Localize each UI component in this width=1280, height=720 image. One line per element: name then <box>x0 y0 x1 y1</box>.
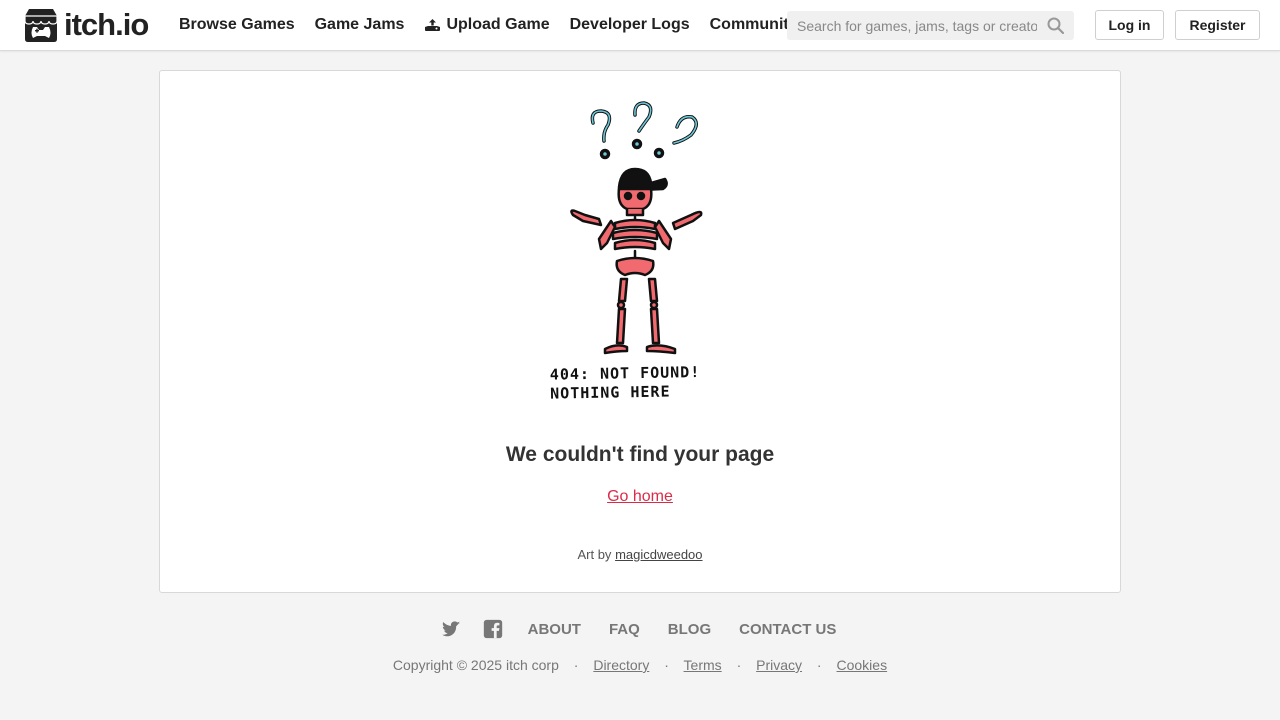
nav-upload-label: Upload Game <box>446 16 550 33</box>
skeleton-figure-icon <box>570 167 703 355</box>
search-input[interactable] <box>787 11 1037 40</box>
itchio-logo[interactable]: itch.io <box>22 6 149 44</box>
footer-privacy-link[interactable]: Privacy <box>756 657 802 673</box>
search-icon[interactable] <box>1047 17 1064 34</box>
nav-developer-logs[interactable]: Developer Logs <box>560 0 700 50</box>
go-home-container: Go home <box>160 488 1120 506</box>
footer-terms-link[interactable]: Terms <box>684 657 722 673</box>
footer-links: ABOUT FAQ BLOG CONTACT US <box>0 616 1280 642</box>
footer-contact-link[interactable]: CONTACT US <box>739 621 836 638</box>
credit-author-link[interactable]: magicdweedoo <box>615 547 702 562</box>
site-header: itch.io Browse Games Game Jams Upload Ga… <box>0 0 1280 51</box>
upload-icon <box>425 19 441 31</box>
nav-browse-games[interactable]: Browse Games <box>169 0 305 50</box>
separator-dot: · <box>816 657 822 673</box>
go-home-link[interactable]: Go home <box>607 488 673 505</box>
footer-about-link[interactable]: ABOUT <box>528 621 581 638</box>
separator-dot: · <box>664 657 669 673</box>
register-button[interactable]: Register <box>1175 10 1260 40</box>
main-nav: Browse Games Game Jams Upload Game Devel… <box>169 0 808 50</box>
art-caption-line2: NOTHING HERE <box>550 382 671 403</box>
separator-dot: · <box>736 657 742 673</box>
facebook-icon[interactable] <box>482 618 504 640</box>
footer-directory-link[interactable]: Directory <box>593 657 649 673</box>
page-title: We couldn't find your page <box>505 443 775 466</box>
copyright-text: Copyright © 2025 itch corp <box>392 657 559 673</box>
brand-name: itch.io <box>64 7 149 42</box>
art-credit: Art by magicdweedoo <box>160 547 1120 562</box>
nav-upload-game[interactable]: Upload Game <box>414 0 559 50</box>
twitter-icon[interactable] <box>440 618 462 640</box>
credit-prefix: Art by <box>577 547 612 562</box>
nav-game-jams[interactable]: Game Jams <box>305 0 415 50</box>
footer-cookies-link[interactable]: Cookies <box>836 657 887 673</box>
not-found-card: 404: NOT FOUND! NOTHING HERE We couldn't… <box>159 70 1121 593</box>
itchio-storefront-icon <box>24 9 58 42</box>
login-button[interactable]: Log in <box>1095 10 1164 40</box>
art-caption: 404: NOT FOUND! NOTHING HERE <box>550 362 736 403</box>
footer-bottom: Copyright © 2025 itch corp · Directory ·… <box>0 657 1280 673</box>
separator-dot: · <box>573 657 579 673</box>
search-box <box>787 11 1074 40</box>
footer-blog-link[interactable]: BLOG <box>668 621 711 638</box>
footer-faq-link[interactable]: FAQ <box>609 621 640 638</box>
question-marks-icon <box>590 101 698 160</box>
